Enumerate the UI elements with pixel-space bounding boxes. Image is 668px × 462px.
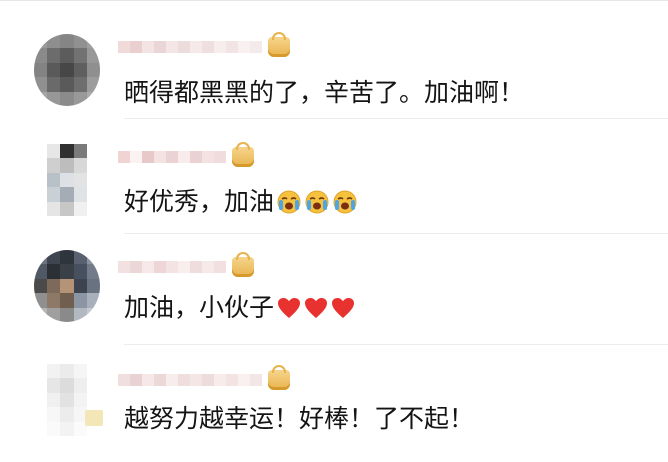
- vip-badge-icon: [268, 365, 290, 390]
- comment-item[interactable]: 越努力越幸运！好棒！了不起！: [0, 344, 668, 459]
- comment-item[interactable]: 好优秀，加油: [0, 118, 668, 233]
- username-redacted[interactable]: [118, 365, 290, 390]
- comment-text-content: 越努力越幸运！好棒！了不起！: [124, 404, 475, 433]
- username-blur: [118, 41, 262, 53]
- comment-text-content: 加油，小伙子: [124, 293, 275, 322]
- avatar[interactable]: [34, 144, 100, 216]
- vip-badge-icon: [268, 32, 290, 57]
- heart-icon: [332, 298, 355, 318]
- heart-icon: [305, 298, 328, 318]
- comment-list: 晒得都黑黑的了，辛苦了。加油啊！ 好优秀，加油 加油，小伙子 越努力越幸运！好棒…: [0, 0, 668, 462]
- comment-text: 好优秀，加油: [124, 185, 358, 219]
- heart-icon: [278, 298, 301, 318]
- comment-text: 越努力越幸运！好棒！了不起！: [124, 402, 474, 436]
- avatar-badge-icon: [85, 410, 103, 426]
- comment-item[interactable]: 晒得都黑黑的了，辛苦了。加油啊！: [0, 1, 668, 116]
- avatar[interactable]: [34, 34, 100, 106]
- avatar[interactable]: [34, 250, 100, 322]
- username-blur: [118, 151, 226, 163]
- comment-text-content: 晒得都黑黑的了，辛苦了。加油啊！: [124, 78, 525, 107]
- crying-face-emoji-icon: [304, 189, 330, 215]
- comment-item[interactable]: 加油，小伙子: [0, 233, 668, 348]
- crying-face-emoji-icon: [332, 189, 358, 215]
- username-blur: [118, 374, 262, 386]
- vip-badge-icon: [232, 252, 254, 277]
- username-blur: [118, 261, 226, 273]
- crying-face-emoji-icon: [276, 189, 302, 215]
- comment-text-content: 好优秀，加油: [124, 187, 275, 216]
- comment-text: 晒得都黑黑的了，辛苦了。加油啊！: [124, 76, 524, 110]
- username-redacted[interactable]: [118, 252, 254, 277]
- username-redacted[interactable]: [118, 142, 254, 167]
- username-redacted[interactable]: [118, 32, 290, 57]
- vip-badge-icon: [232, 142, 254, 167]
- comment-text: 加油，小伙子: [124, 291, 355, 325]
